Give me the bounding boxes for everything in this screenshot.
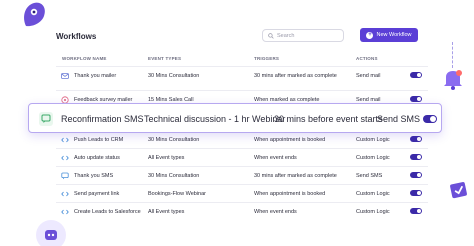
- col-event-types: EVENT TYPES: [148, 56, 182, 61]
- event-type: 30 Mins Consultation: [148, 137, 200, 143]
- sms-icon: [60, 171, 69, 180]
- highlighted-workflow-row[interactable]: Reconfirmation SMS Technical discussion …: [28, 103, 442, 133]
- event-type: 30 Mins Consultation: [148, 173, 200, 179]
- workflows-panel: Workflows Search + New Workflow WORKFLOW…: [48, 20, 440, 246]
- action: Send SMS: [356, 173, 383, 179]
- active-toggle[interactable]: [410, 96, 422, 102]
- plus-icon: +: [366, 31, 374, 39]
- trigger: 30 mins before event starts: [274, 114, 383, 124]
- action: Custom Logic: [356, 137, 390, 143]
- action: Custom Logic: [356, 155, 390, 161]
- active-toggle[interactable]: [410, 208, 422, 214]
- code-icon: [60, 207, 69, 216]
- table-row[interactable]: Auto update status All Event types When …: [56, 148, 428, 166]
- calendar-illustration-icon: [450, 182, 467, 199]
- workflow-name: Push Leads to CRM: [74, 137, 124, 143]
- workflow-name: Auto update status: [74, 155, 120, 161]
- new-workflow-label: New Workflow: [376, 32, 412, 38]
- action: Custom Logic: [356, 191, 390, 197]
- code-icon: [60, 153, 69, 162]
- table-row[interactable]: Send payment link Bookings-Flow Webinar …: [56, 184, 428, 202]
- search-placeholder: Search: [277, 32, 295, 39]
- new-workflow-button[interactable]: + New Workflow: [360, 28, 418, 42]
- sms-icon: [39, 112, 53, 126]
- active-toggle[interactable]: [410, 154, 422, 160]
- event-type: 30 Mins Consultation: [148, 73, 200, 79]
- event-type: Technical discussion - 1 hr Webinar: [144, 114, 286, 124]
- workflow-name: Thank you mailer: [74, 73, 117, 79]
- workflow-name: Reconfirmation SMS: [61, 114, 144, 124]
- col-workflow-name: WORKFLOW NAME: [62, 56, 107, 61]
- event-type: All Event types: [148, 155, 185, 161]
- bell-illustration-icon: [444, 70, 462, 90]
- active-toggle[interactable]: [410, 72, 422, 78]
- search-icon: [268, 32, 274, 39]
- trigger: When appointment is booked: [254, 137, 326, 143]
- col-triggers: TRIGGERS: [254, 56, 280, 61]
- table-header: WORKFLOW NAME EVENT TYPES TRIGGERS ACTIO…: [56, 56, 428, 66]
- trigger: When appointment is booked: [254, 191, 326, 197]
- col-actions: ACTIONS: [356, 56, 378, 61]
- code-icon: [60, 189, 69, 198]
- workflow-name: Thank you SMS: [74, 173, 114, 179]
- search-input[interactable]: Search: [262, 29, 344, 42]
- table-row[interactable]: Thank you mailer 30 Mins Consultation 30…: [56, 66, 428, 84]
- table-row[interactable]: Thank you SMS 30 Mins Consultation 30 mi…: [56, 166, 428, 184]
- active-toggle[interactable]: [423, 115, 437, 123]
- action: Send mail: [356, 73, 381, 79]
- active-toggle[interactable]: [410, 190, 422, 196]
- dashed-connector: [452, 42, 454, 68]
- trigger: When event ends: [254, 209, 297, 215]
- action: Send SMS: [377, 114, 421, 124]
- table-row[interactable]: Create Leads to Salesforce All Event typ…: [56, 202, 428, 220]
- action: Custom Logic: [356, 209, 390, 215]
- event-type: Bookings-Flow Webinar: [148, 191, 206, 197]
- trigger: When event ends: [254, 155, 297, 161]
- active-toggle[interactable]: [410, 136, 422, 142]
- code-icon: [60, 135, 69, 144]
- trigger: 30 mins after marked as complete: [254, 73, 337, 79]
- event-type: All Event types: [148, 209, 185, 215]
- page-title: Workflows: [56, 32, 97, 41]
- workflow-name: Create Leads to Salesforce: [74, 209, 141, 215]
- bug-illustration-icon: [24, 2, 45, 27]
- workflow-name: Send payment link: [74, 191, 120, 197]
- trigger: 30 mins after marked as complete: [254, 173, 337, 179]
- active-toggle[interactable]: [410, 172, 422, 178]
- mail-icon: [60, 71, 69, 80]
